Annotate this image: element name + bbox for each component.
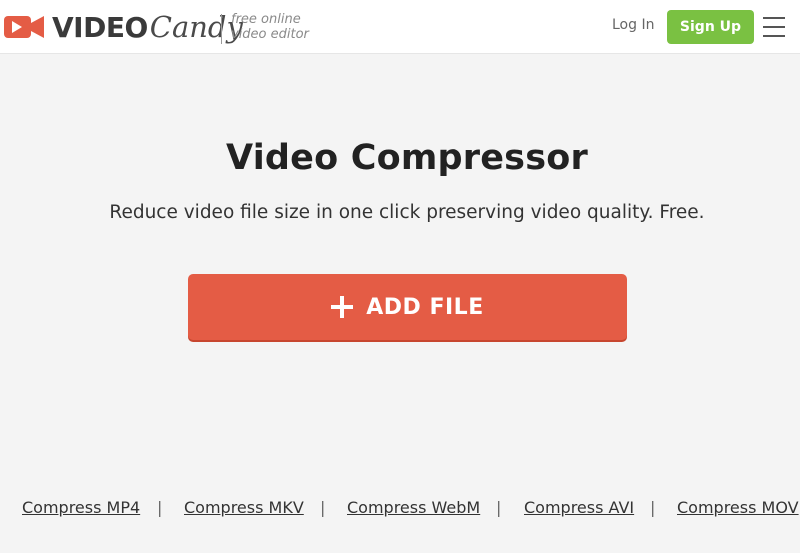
page-subtitle: Reduce video file size in one click pres… xyxy=(109,202,705,223)
plus-icon xyxy=(331,296,354,318)
add-file-button[interactable]: ADD FILE xyxy=(188,274,627,340)
compress-avi-link[interactable]: Compress AVI xyxy=(524,498,634,517)
tagline-line-1: free online xyxy=(231,12,301,27)
compress-mp4-link[interactable]: Compress MP4 xyxy=(22,498,140,517)
compress-mkv-link[interactable]: Compress MKV xyxy=(184,498,304,517)
link-separator: | xyxy=(650,498,656,517)
tagline: free online video editor xyxy=(231,12,309,42)
footer-links: Compress MP4 | Compress MKV | Compress W… xyxy=(0,498,800,518)
compress-webm-link[interactable]: Compress WebM xyxy=(347,498,480,517)
compress-mov-link[interactable]: Compress MOV xyxy=(677,498,799,517)
site-header: VIDEO Candy free online video editor Log… xyxy=(0,0,800,54)
login-link[interactable]: Log In xyxy=(612,17,654,33)
link-separator: | xyxy=(320,498,326,517)
logo-divider xyxy=(221,14,222,44)
link-separator: | xyxy=(157,498,163,517)
logo-text-candy: Candy xyxy=(149,10,243,44)
page-title: Video Compressor xyxy=(226,138,588,178)
videocandy-logo[interactable]: VIDEO Candy xyxy=(4,10,243,44)
link-separator: | xyxy=(496,498,502,517)
logo-text-video: VIDEO xyxy=(52,10,148,44)
hamburger-menu-icon[interactable] xyxy=(763,17,785,37)
signup-button[interactable]: Sign Up xyxy=(667,10,754,44)
video-camera-icon xyxy=(4,16,44,38)
add-file-label: ADD FILE xyxy=(366,294,484,320)
tagline-line-2: video editor xyxy=(231,27,309,42)
